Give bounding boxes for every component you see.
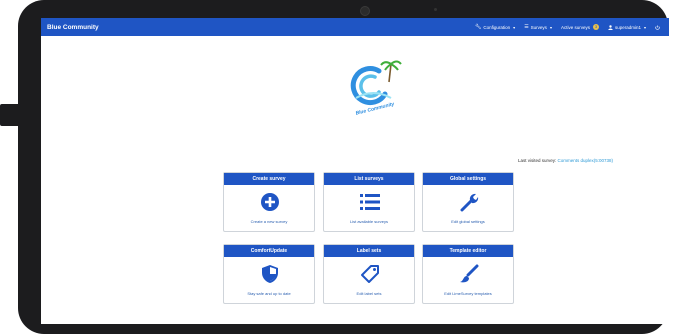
- card-text: Create a new survey: [250, 219, 288, 224]
- card-global-settings[interactable]: Global settings Edit global settings: [422, 172, 514, 232]
- wrench-icon: [456, 190, 482, 214]
- logout-icon: [655, 25, 660, 30]
- plus-circle-icon: [257, 190, 283, 214]
- shield-icon: [257, 262, 283, 286]
- nav-configuration[interactable]: 🔧︎ Configuration ▾: [475, 24, 515, 30]
- nav-surveys-label: Surveys: [530, 24, 547, 30]
- brush-icon: [456, 262, 482, 286]
- last-visited-link[interactable]: Comments duplex(5:00738): [557, 158, 613, 163]
- nav-active-surveys-label: Active surveys: [560, 24, 590, 30]
- card-title: Label sets: [324, 245, 414, 257]
- nav-user-menu[interactable]: superadmin1 ▾: [608, 25, 646, 30]
- list-icon: ☰: [524, 24, 529, 30]
- screen: Blue Community 🔧︎ Configuration ▾ ☰ Surv…: [41, 18, 669, 324]
- last-visited-survey: Last visited survey: Comments duplex(5:0…: [518, 158, 613, 163]
- camera-icon: [360, 6, 370, 16]
- card-label-sets[interactable]: Label sets Edit label sets: [323, 244, 415, 304]
- tablet-side-button: [0, 104, 20, 126]
- card-text: Edit label sets: [356, 291, 382, 296]
- sensor-dot: [434, 8, 437, 11]
- card-list-surveys[interactable]: List surveys List available surveys: [323, 172, 415, 232]
- brand-link[interactable]: Blue Community: [41, 24, 475, 31]
- chevron-down-icon: ▾: [643, 24, 646, 30]
- card-title: ComfortUpdate: [224, 245, 314, 257]
- logout-button[interactable]: [655, 25, 660, 30]
- last-visited-prefix: Last visited survey:: [517, 158, 557, 163]
- card-text: Edit global settings: [451, 219, 485, 224]
- nav-configuration-label: Configuration: [483, 24, 511, 30]
- card-text: Edit LimeSurvey templates: [444, 291, 492, 296]
- card-template-editor[interactable]: Template editor Edit LimeSurvey template…: [422, 244, 514, 304]
- card-comfortupdate[interactable]: ComfortUpdate Stay safe and up to date: [223, 244, 315, 304]
- chevron-down-icon: ▾: [513, 24, 516, 30]
- chevron-down-icon: ▾: [549, 24, 552, 30]
- card-title: Template editor: [423, 245, 513, 257]
- card-text: Stay safe and up to date: [247, 291, 291, 296]
- card-title: Global settings: [423, 173, 513, 185]
- user-icon: [608, 24, 613, 30]
- card-text: List available surveys: [349, 219, 389, 224]
- card-title: List surveys: [324, 173, 414, 185]
- nav-surveys[interactable]: ☰ Surveys ▾: [524, 24, 552, 30]
- nav-active-surveys[interactable]: Active surveys 3: [561, 24, 599, 30]
- wrench-icon: 🔧︎: [475, 24, 482, 30]
- list-icon: [357, 190, 383, 214]
- nav-user-label: superadmin1: [614, 24, 641, 30]
- active-surveys-badge: 3: [592, 24, 599, 30]
- card-title: Create survey: [224, 173, 314, 185]
- card-create-survey[interactable]: Create survey Create a new survey: [223, 172, 315, 232]
- tablet-frame: Blue Community 🔧︎ Configuration ▾ ☰ Surv…: [0, 0, 669, 334]
- tag-icon: [357, 262, 383, 286]
- top-navbar: Blue Community 🔧︎ Configuration ▾ ☰ Surv…: [41, 18, 669, 36]
